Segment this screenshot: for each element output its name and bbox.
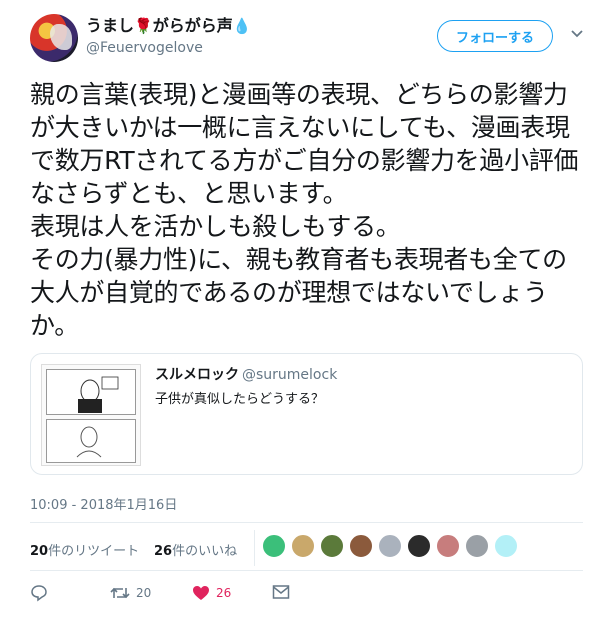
tweet-stats: 20件のリツイート 26件のいいね — [30, 530, 585, 566]
reply-button[interactable] — [30, 584, 48, 602]
liker-avatar[interactable] — [436, 534, 460, 558]
retweet-icon — [110, 587, 130, 599]
rose-icon: 🌹 — [134, 17, 153, 35]
droplet-icon: 💧 — [232, 17, 252, 35]
retweets-stat[interactable]: 20件のリツイート — [30, 540, 139, 559]
chevron-down-icon[interactable] — [570, 26, 584, 40]
liker-avatar[interactable] — [465, 534, 489, 558]
avatar[interactable] — [30, 14, 78, 62]
likes-label: 件のいいね — [172, 544, 238, 559]
display-name-text[interactable]: うまし — [86, 16, 134, 35]
comic-figure-icon — [78, 376, 119, 413]
quoted-tweet-text: 子供が真似したらどうする？ — [155, 392, 325, 407]
retweets-label: 件のリツイート — [48, 544, 140, 559]
heart-icon — [193, 586, 209, 600]
divider — [30, 522, 583, 523]
quoted-tweet-author: スルメロック @surumelock — [155, 366, 337, 384]
direct-message-button[interactable] — [272, 584, 290, 600]
liker-avatar[interactable] — [494, 534, 518, 558]
display-name-suffix[interactable]: がらがら声 — [153, 16, 233, 35]
tweet-timestamp[interactable]: 10:09 - 2018年1月16日 — [30, 494, 177, 513]
retweets-count: 20 — [30, 544, 49, 559]
quoted-tweet-image[interactable] — [41, 364, 141, 466]
liker-avatar[interactable] — [291, 534, 315, 558]
quoted-tweet[interactable]: スルメロック @surumelock 子供が真似したらどうする？ — [30, 353, 583, 475]
stats-separator — [254, 530, 255, 566]
liker-avatar[interactable] — [320, 534, 344, 558]
tweet-actions: 20 26 — [30, 584, 585, 608]
tweet-header: うまし🌹がらがら声💧 @Feuervogelove フォローする — [22, 14, 597, 70]
liker-avatar[interactable] — [349, 534, 373, 558]
display-name[interactable]: うまし🌹がらがら声💧 — [86, 16, 251, 36]
envelope-icon — [272, 585, 290, 599]
like-count: 26 — [216, 586, 232, 600]
liker-avatar[interactable] — [378, 534, 402, 558]
user-names: うまし🌹がらがら声💧 @Feuervogelove — [86, 16, 251, 58]
liker-avatar[interactable] — [407, 534, 431, 558]
divider — [30, 570, 583, 571]
tweet-text: 親の言葉(表現)と漫画等の表現、どちらの影響力が大きいかは一概に言えないにしても… — [30, 80, 579, 340]
comic-figure-icon — [76, 426, 102, 458]
likes-stat[interactable]: 26件のいいね — [154, 540, 237, 559]
liker-avatar[interactable] — [262, 534, 286, 558]
like-button[interactable]: 26 — [192, 584, 231, 602]
retweet-count: 20 — [136, 586, 152, 600]
quoted-display-name: スルメロック — [155, 367, 239, 383]
follow-button[interactable]: フォローする — [437, 20, 553, 52]
user-handle[interactable]: @Feuervogelove — [86, 38, 251, 58]
likes-count: 26 — [154, 544, 173, 559]
quoted-handle: @surumelock — [242, 367, 338, 383]
retweet-button[interactable]: 20 — [110, 584, 151, 602]
reply-icon — [31, 585, 47, 602]
